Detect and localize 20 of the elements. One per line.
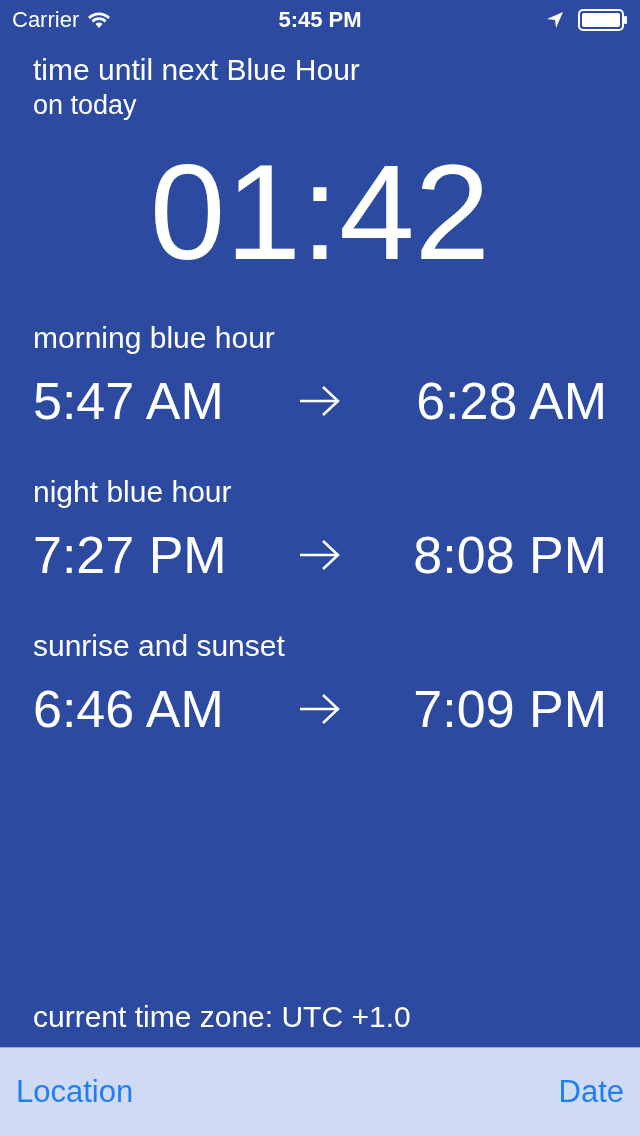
end-time: 7:09 PM xyxy=(412,679,607,739)
countdown: 01:42 xyxy=(148,142,492,282)
start-time: 7:27 PM xyxy=(33,525,228,585)
header-title: time until next Blue Hour xyxy=(33,52,361,88)
end-time: 6:28 AM xyxy=(415,371,607,431)
section-label: morning blue hour xyxy=(33,320,276,356)
battery-icon xyxy=(578,9,628,31)
start-time: 5:47 AM xyxy=(33,371,225,431)
wifi-icon xyxy=(87,11,112,29)
location-arrow-icon xyxy=(546,11,564,29)
start-time: 6:46 AM xyxy=(33,679,225,739)
status-time: 5:45 PM xyxy=(278,7,362,33)
location-button[interactable]: Location xyxy=(16,1074,134,1110)
header-subtitle: on today xyxy=(33,89,138,122)
carrier-name: Carrier xyxy=(12,7,80,33)
time-zone-label: current time zone: UTC +1.0 xyxy=(33,999,412,1035)
section-label: sunrise and sunset xyxy=(33,628,286,664)
section-label: night blue hour xyxy=(33,474,233,510)
date-button[interactable]: Date xyxy=(558,1074,624,1110)
end-time: 8:08 PM xyxy=(412,525,607,585)
